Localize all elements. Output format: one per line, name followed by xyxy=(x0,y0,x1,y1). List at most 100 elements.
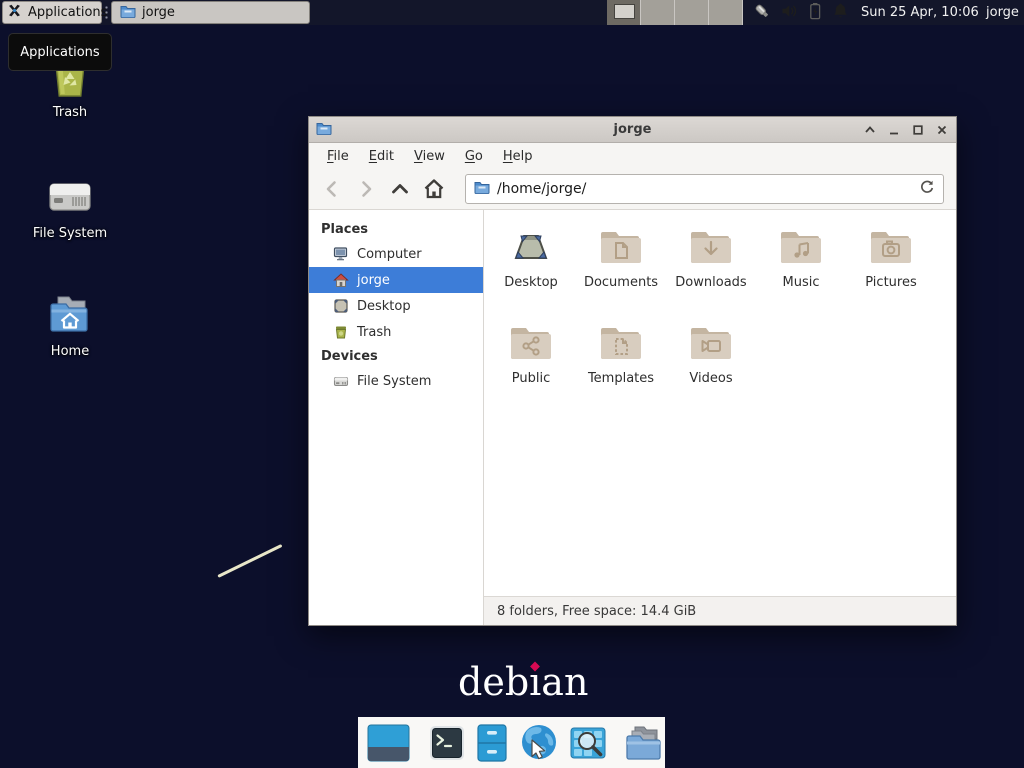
pictures-folder-icon xyxy=(867,223,915,271)
home-folder-icon xyxy=(46,291,94,339)
notifications-bell-icon[interactable] xyxy=(832,2,849,24)
battery-tray-icon[interactable] xyxy=(807,2,823,24)
workspace-1[interactable] xyxy=(607,0,641,25)
file-view[interactable]: Desktop Documents xyxy=(484,210,956,596)
sidebar: Places Computer jorge Desktop Trash xyxy=(309,210,484,625)
file-music[interactable]: Music xyxy=(756,223,846,319)
file-desktop[interactable]: Desktop xyxy=(486,223,576,319)
directory-menu-launcher[interactable] xyxy=(625,723,665,763)
menu-file[interactable]: File xyxy=(317,145,359,168)
location-bar[interactable]: /home/jorge/ xyxy=(465,174,944,204)
desktop-icon-label: Home xyxy=(18,344,122,359)
trash-icon xyxy=(333,324,349,340)
logo-text-left: deb xyxy=(458,660,529,704)
window-title: jorge xyxy=(309,122,956,137)
panel-separator-handle xyxy=(104,5,109,20)
dock-panel xyxy=(358,717,665,768)
web-browser-launcher[interactable] xyxy=(518,722,560,764)
applications-menu-button[interactable]: Applications xyxy=(2,1,102,24)
folders-stack-icon xyxy=(625,723,665,763)
taskbar-window-label: jorge xyxy=(142,5,175,20)
applications-tooltip: Applications xyxy=(8,33,112,71)
menu-edit[interactable]: Edit xyxy=(359,145,404,168)
desktop-icon xyxy=(333,298,349,314)
shade-button[interactable] xyxy=(863,124,876,137)
hard-drive-icon xyxy=(46,173,94,221)
downloads-folder-icon xyxy=(687,223,735,271)
xfce-logo-icon xyxy=(7,3,22,22)
folder-window-icon xyxy=(120,3,136,23)
sidebar-item-label: Computer xyxy=(357,247,422,262)
back-button[interactable] xyxy=(315,174,349,204)
workspace-switcher[interactable] xyxy=(607,0,743,25)
debian-logo: debıan xyxy=(458,660,588,704)
up-button[interactable] xyxy=(383,174,417,204)
file-documents[interactable]: Documents xyxy=(576,223,666,319)
templates-folder-icon xyxy=(597,319,645,367)
file-label: Desktop xyxy=(504,275,558,290)
workspace-2[interactable] xyxy=(641,0,675,25)
toolbar: /home/jorge/ xyxy=(309,169,956,210)
path-input[interactable]: /home/jorge/ xyxy=(497,181,912,197)
videos-folder-icon xyxy=(687,319,735,367)
file-videos[interactable]: Videos xyxy=(666,319,756,415)
file-manager-window: jorge File Edit View Go Help xyxy=(308,116,957,626)
user-menu[interactable]: jorge xyxy=(986,0,1019,25)
desktop-icon-label: File System xyxy=(18,226,122,241)
file-label: Music xyxy=(783,275,820,290)
file-templates[interactable]: Templates xyxy=(576,319,666,415)
desktop-icon-file-system[interactable]: File System xyxy=(18,173,122,241)
workspace-window-thumb xyxy=(614,4,635,19)
menubar: File Edit View Go Help xyxy=(309,143,956,169)
maximize-button[interactable] xyxy=(911,124,924,137)
desktop-icon-label: Trash xyxy=(18,105,122,120)
documents-folder-icon xyxy=(597,223,645,271)
public-folder-icon xyxy=(507,319,555,367)
terminal-launcher[interactable] xyxy=(428,724,466,762)
file-label: Videos xyxy=(689,371,732,386)
file-public[interactable]: Public xyxy=(486,319,576,415)
system-tray xyxy=(752,0,849,25)
close-button[interactable] xyxy=(935,124,948,137)
workspace-4[interactable] xyxy=(709,0,743,25)
desktop-line-artifact xyxy=(217,544,282,578)
sidebar-item-label: jorge xyxy=(357,273,390,288)
statusbar-text: 8 folders, Free space: 14.4 GiB xyxy=(497,604,696,619)
file-pictures[interactable]: Pictures xyxy=(846,223,936,319)
menu-view[interactable]: View xyxy=(404,145,455,168)
application-finder-launcher[interactable] xyxy=(569,725,607,761)
file-downloads[interactable]: Downloads xyxy=(666,223,756,319)
desktop-pad-icon xyxy=(507,223,555,271)
menu-help[interactable]: Help xyxy=(493,145,543,168)
volume-tray-icon[interactable] xyxy=(780,2,798,24)
app-finder-icon xyxy=(569,725,607,761)
sidebar-item-label: Desktop xyxy=(357,299,411,314)
logo-text-right: an xyxy=(541,660,588,704)
show-desktop-button[interactable] xyxy=(367,723,410,763)
file-manager-launcher[interactable] xyxy=(475,723,509,763)
home-button[interactable] xyxy=(417,174,451,204)
forward-button[interactable] xyxy=(349,174,383,204)
menu-go[interactable]: Go xyxy=(455,145,493,168)
sidebar-item-trash[interactable]: Trash xyxy=(309,319,483,345)
reload-icon[interactable] xyxy=(919,179,935,199)
taskbar-window-button[interactable]: jorge xyxy=(111,1,310,24)
clock[interactable]: Sun 25 Apr, 10:06 xyxy=(861,0,979,25)
file-cabinet-icon xyxy=(475,723,509,763)
sidebar-item-jorge[interactable]: jorge xyxy=(309,267,483,293)
desktop[interactable]: Applications jorge xyxy=(0,0,1024,768)
sidebar-item-computer[interactable]: Computer xyxy=(309,241,483,267)
window-titlebar[interactable]: jorge xyxy=(309,117,956,143)
desktop-icon-home[interactable]: Home xyxy=(18,291,122,359)
show-desktop-icon xyxy=(367,723,410,763)
file-label: Pictures xyxy=(865,275,916,290)
file-label: Downloads xyxy=(675,275,746,290)
path-folder-icon xyxy=(474,179,490,199)
workspace-3[interactable] xyxy=(675,0,709,25)
sidebar-item-file-system[interactable]: File System xyxy=(309,368,483,394)
music-folder-icon xyxy=(777,223,825,271)
sidebar-item-desktop[interactable]: Desktop xyxy=(309,293,483,319)
device-tray-icon[interactable] xyxy=(752,1,771,24)
sidebar-item-label: Trash xyxy=(357,325,391,340)
minimize-button[interactable] xyxy=(887,124,900,137)
